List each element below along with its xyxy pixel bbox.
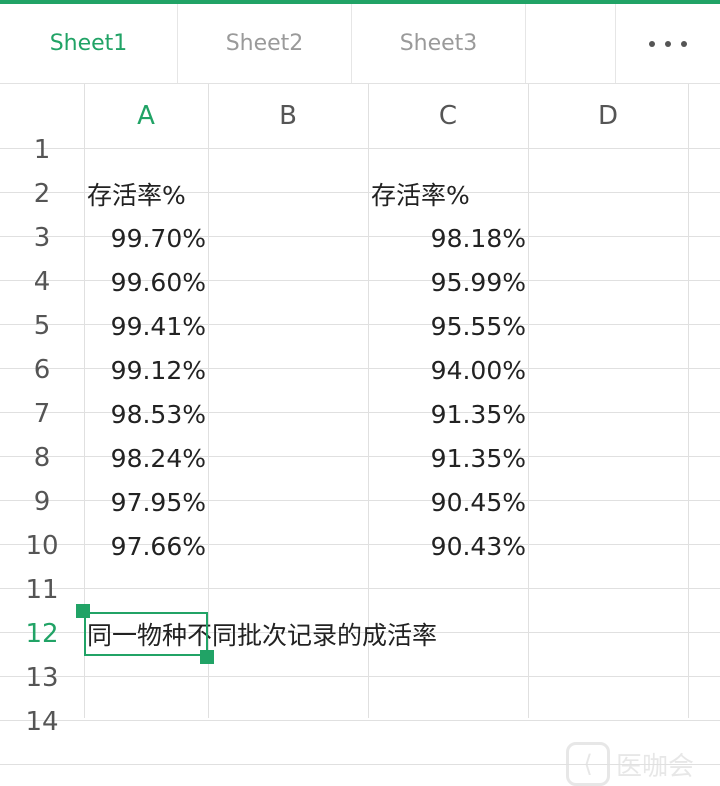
row-header-3[interactable]: 3 [0, 216, 84, 260]
more-dots-icon [649, 40, 655, 47]
tab-sheet3[interactable]: Sheet3 [352, 4, 526, 83]
cell-c7[interactable]: 91.35% [368, 392, 528, 436]
row-header-14[interactable]: 14 [0, 700, 84, 744]
tab-sheet1[interactable]: Sheet1 [0, 4, 178, 83]
cell-selection-box [84, 612, 208, 656]
grid-vline [688, 84, 689, 718]
row-header-6[interactable]: 6 [0, 348, 84, 392]
cell-c2[interactable]: 存活率% [368, 172, 470, 216]
cell-c9[interactable]: 90.45% [368, 480, 528, 524]
cell-a5[interactable]: 99.41% [84, 304, 208, 348]
row-header-11[interactable]: 11 [0, 568, 84, 612]
cell-a7[interactable]: 98.53% [84, 392, 208, 436]
row-header-4[interactable]: 4 [0, 260, 84, 304]
row-header-7[interactable]: 7 [0, 392, 84, 436]
cell-a9[interactable]: 97.95% [84, 480, 208, 524]
column-header-d[interactable]: D [528, 84, 688, 148]
tab-bar-spacer [526, 4, 616, 83]
grid-hline [0, 148, 720, 149]
grid-hline [0, 764, 720, 765]
grid-vline [528, 84, 529, 718]
row-header-2[interactable]: 2 [0, 172, 84, 216]
spreadsheet-grid[interactable]: ⟨ 医咖会 A B C D 1 2 3 4 5 6 7 8 9 10 11 12 13 14 存活率% 存活率% 99.… [0, 84, 720, 786]
column-header-a[interactable]: A [84, 84, 208, 148]
cell-a2[interactable]: 存活率% [84, 172, 186, 216]
cell-a3[interactable]: 99.70% [84, 216, 208, 260]
tab-sheet2[interactable]: Sheet2 [178, 4, 352, 83]
selection-handle-bottom-right[interactable] [200, 650, 214, 664]
more-dot [665, 40, 671, 47]
sheet-tab-bar: Sheet1 Sheet2 Sheet3 [0, 4, 720, 84]
cell-c10[interactable]: 90.43% [368, 524, 528, 568]
cell-a8[interactable]: 98.24% [84, 436, 208, 480]
column-header-b[interactable]: B [208, 84, 368, 148]
cell-c3[interactable]: 98.18% [368, 216, 528, 260]
more-options-button[interactable] [616, 4, 720, 83]
cell-c4[interactable]: 95.99% [368, 260, 528, 304]
grid-hline [0, 676, 720, 677]
row-header-13[interactable]: 13 [0, 656, 84, 700]
row-header-10[interactable]: 10 [0, 524, 84, 568]
more-dot [681, 40, 687, 47]
cell-a4[interactable]: 99.60% [84, 260, 208, 304]
cell-a6[interactable]: 99.12% [84, 348, 208, 392]
cell-c6[interactable]: 94.00% [368, 348, 528, 392]
cell-a10[interactable]: 97.66% [84, 524, 208, 568]
cell-c8[interactable]: 91.35% [368, 436, 528, 480]
row-header-9[interactable]: 9 [0, 480, 84, 524]
grid-hline [0, 588, 720, 589]
row-header-1[interactable]: 1 [0, 128, 84, 172]
selection-handle-top-left[interactable] [76, 604, 90, 618]
row-header-5[interactable]: 5 [0, 304, 84, 348]
grid-hline [0, 720, 720, 721]
cell-c5[interactable]: 95.55% [368, 304, 528, 348]
column-header-c[interactable]: C [368, 84, 528, 148]
row-header-12[interactable]: 12 [0, 612, 84, 656]
row-header-8[interactable]: 8 [0, 436, 84, 480]
